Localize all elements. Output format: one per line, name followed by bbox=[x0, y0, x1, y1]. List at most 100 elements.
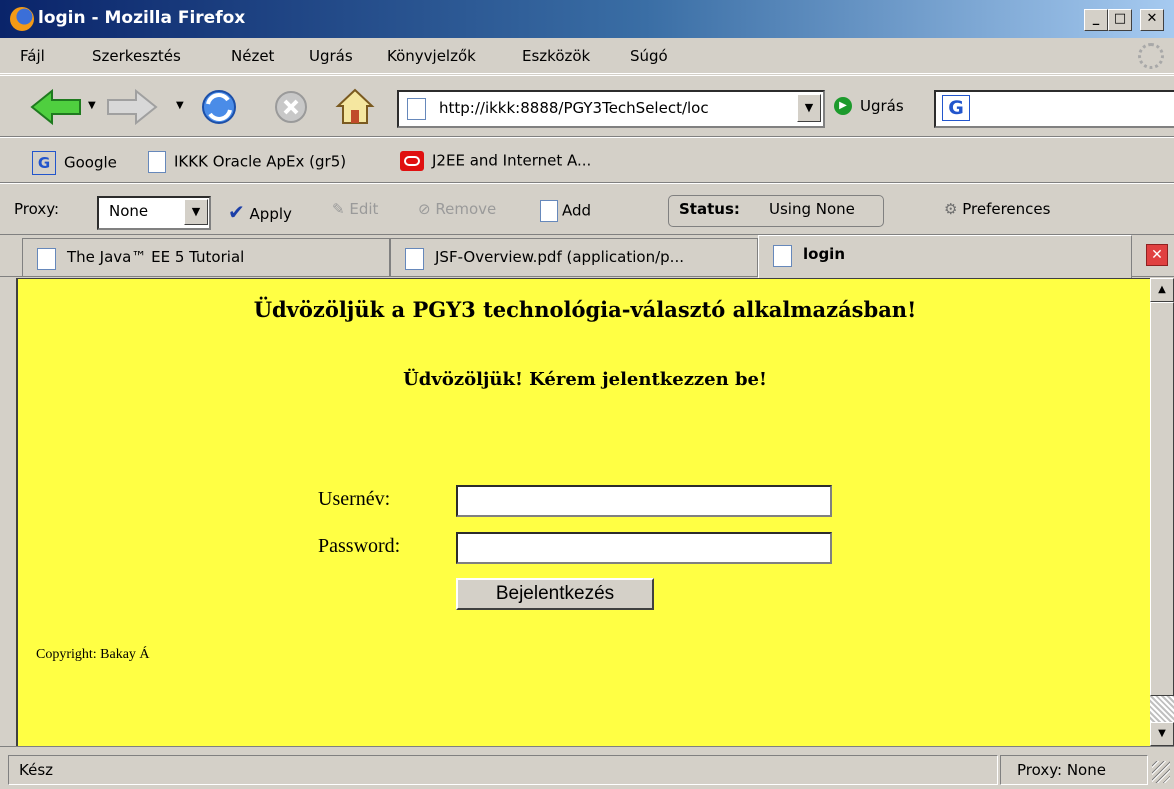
page-icon bbox=[37, 248, 56, 270]
proxy-label: Proxy: bbox=[14, 200, 60, 218]
status-text: Kész bbox=[19, 761, 54, 779]
reload-icon bbox=[202, 90, 236, 124]
menu-edit[interactable]: Szerkesztés bbox=[92, 47, 181, 65]
tab-label: The Java™ EE 5 Tutorial bbox=[67, 248, 245, 266]
menu-bookmarks[interactable]: Könyvjelzők bbox=[387, 47, 476, 65]
address-bar[interactable]: http://ikkk:8888/PGY3TechSelect/loc ▼ bbox=[397, 90, 825, 128]
forward-button[interactable] bbox=[106, 88, 158, 126]
page-icon bbox=[148, 151, 166, 173]
username-input[interactable] bbox=[456, 485, 832, 517]
window-title: login - Mozilla Firefox bbox=[38, 8, 246, 28]
bookmark-ikkk-label: IKKK Oracle ApEx (gr5) bbox=[174, 152, 347, 171]
bookmark-j2ee[interactable]: J2EE and Internet A... bbox=[400, 151, 591, 171]
edit-button[interactable]: ✎ Edit bbox=[332, 200, 378, 218]
tab-label: login bbox=[803, 245, 846, 263]
proxy-dropdown-icon[interactable]: ▼ bbox=[184, 199, 208, 225]
status-bar: Kész Proxy: None bbox=[0, 746, 1174, 789]
scroll-up-button[interactable]: ▲ bbox=[1150, 278, 1174, 302]
menu-file[interactable]: Fájl bbox=[20, 47, 45, 65]
password-input[interactable] bbox=[456, 532, 832, 564]
apply-button[interactable]: ✔ Apply bbox=[228, 200, 292, 224]
home-button[interactable] bbox=[334, 86, 376, 128]
bookmarks-toolbar: G Google IKKK Oracle ApEx (gr5) J2EE and … bbox=[0, 137, 1174, 183]
pencil-icon: ✎ bbox=[332, 200, 345, 218]
tab-label: JSF-Overview.pdf (application/p... bbox=[435, 248, 684, 266]
menu-view[interactable]: Nézet bbox=[231, 47, 274, 65]
page-icon bbox=[407, 98, 426, 120]
page-icon bbox=[773, 245, 792, 267]
url-history-dropdown[interactable]: ▼ bbox=[797, 94, 821, 122]
reload-button[interactable] bbox=[198, 86, 240, 128]
remove-icon: ⊘ bbox=[418, 200, 431, 218]
page-heading: Üdvözöljük a PGY3 technológia-választó a… bbox=[253, 297, 917, 322]
page-icon bbox=[540, 200, 558, 222]
maximize-button[interactable]: □ bbox=[1108, 9, 1132, 31]
title-bar: login - Mozilla Firefox _ □ ✕ bbox=[0, 0, 1174, 38]
proxy-status-box: Status: Using None bbox=[668, 195, 884, 227]
page-content: Üdvözöljük a PGY3 technológia-választó a… bbox=[16, 278, 1150, 746]
edit-label: Edit bbox=[349, 200, 379, 218]
proxy-status-pane: Proxy: None bbox=[1000, 755, 1148, 785]
back-arrow-icon bbox=[30, 88, 81, 126]
search-box[interactable]: G bbox=[934, 90, 1174, 128]
close-tab-button[interactable]: ✕ bbox=[1146, 244, 1168, 266]
preferences-label: Preferences bbox=[962, 200, 1051, 218]
menu-go[interactable]: Ugrás bbox=[309, 47, 353, 65]
proxy-select[interactable]: None ▼ bbox=[97, 196, 211, 230]
password-label: Password: bbox=[318, 535, 401, 557]
copyright-text: Copyright: Bakay Á bbox=[36, 647, 150, 662]
add-label: Add bbox=[562, 201, 592, 220]
close-button[interactable]: ✕ bbox=[1140, 9, 1164, 31]
tab-login[interactable]: login bbox=[758, 235, 1132, 278]
remove-button[interactable]: ⊘ Remove bbox=[418, 200, 496, 218]
scroll-down-button[interactable]: ▼ bbox=[1150, 722, 1174, 746]
scroll-track[interactable] bbox=[1150, 696, 1174, 722]
bookmark-ikkk-oracle[interactable]: IKKK Oracle ApEx (gr5) bbox=[148, 151, 346, 173]
apply-label: Apply bbox=[249, 205, 292, 223]
navigation-toolbar: ▼ ▼ http://ikkk:8888/PGY3TechSelect/loc … bbox=[0, 75, 1174, 137]
tab-bar: The Java™ EE 5 Tutorial JSF-Overview.pdf… bbox=[0, 235, 1174, 278]
bookmark-j2ee-label: J2EE and Internet A... bbox=[432, 151, 592, 170]
vertical-scrollbar[interactable]: ▲ ▼ bbox=[1150, 278, 1174, 746]
forward-history-dropdown-icon[interactable]: ▼ bbox=[176, 100, 184, 111]
tab-jsf-overview[interactable]: JSF-Overview.pdf (application/p... bbox=[390, 238, 758, 276]
add-button[interactable]: Add bbox=[540, 200, 591, 222]
tab-java-ee-tutorial[interactable]: The Java™ EE 5 Tutorial bbox=[22, 238, 390, 276]
menu-bar: Fájl Szerkesztés Nézet Ugrás Könyvjelzők… bbox=[0, 38, 1174, 74]
minimize-button[interactable]: _ bbox=[1084, 9, 1108, 31]
proxy-status-text: Proxy: None bbox=[1017, 761, 1106, 779]
bookmark-google[interactable]: G Google bbox=[32, 151, 117, 175]
stop-icon bbox=[275, 91, 307, 123]
username-label: Usernév: bbox=[318, 488, 391, 510]
stop-button[interactable] bbox=[272, 88, 310, 126]
login-button[interactable]: Bejelentkezés bbox=[456, 578, 654, 610]
oracle-icon bbox=[400, 151, 424, 171]
status-pane: Kész bbox=[8, 755, 998, 785]
preferences-button[interactable]: ⚙ Preferences bbox=[944, 200, 1050, 218]
home-icon bbox=[335, 88, 375, 124]
firefox-logo-icon bbox=[10, 7, 34, 31]
status-value: Using None bbox=[769, 200, 855, 218]
gears-icon: ⚙ bbox=[944, 200, 958, 218]
forward-arrow-icon bbox=[107, 88, 158, 126]
menu-help[interactable]: Súgó bbox=[630, 47, 668, 65]
go-label: Ugrás bbox=[860, 97, 904, 115]
go-icon: ▶ bbox=[834, 97, 852, 115]
google-search-icon[interactable]: G bbox=[942, 95, 970, 121]
back-button[interactable] bbox=[30, 88, 82, 126]
proxy-toolbar: Proxy: None ▼ ✔ Apply ✎ Edit ⊘ Remove Ad… bbox=[0, 183, 1174, 235]
bookmark-google-label: Google bbox=[64, 153, 117, 172]
google-icon: G bbox=[32, 151, 56, 175]
checkmark-icon: ✔ bbox=[228, 200, 245, 224]
page-icon bbox=[405, 248, 424, 270]
scroll-thumb[interactable] bbox=[1150, 302, 1174, 696]
menu-tools[interactable]: Eszközök bbox=[522, 47, 590, 65]
back-history-dropdown-icon[interactable]: ▼ bbox=[88, 100, 96, 111]
url-text[interactable]: http://ikkk:8888/PGY3TechSelect/loc bbox=[439, 99, 789, 117]
resize-grip-icon[interactable] bbox=[1152, 761, 1170, 783]
remove-label: Remove bbox=[435, 200, 497, 218]
page-subheading: Üdvözöljük! Kérem jelentkezzen be! bbox=[403, 369, 767, 390]
proxy-selected: None bbox=[109, 202, 149, 220]
status-label: Status: bbox=[679, 200, 740, 218]
throbber-icon bbox=[1138, 43, 1164, 69]
